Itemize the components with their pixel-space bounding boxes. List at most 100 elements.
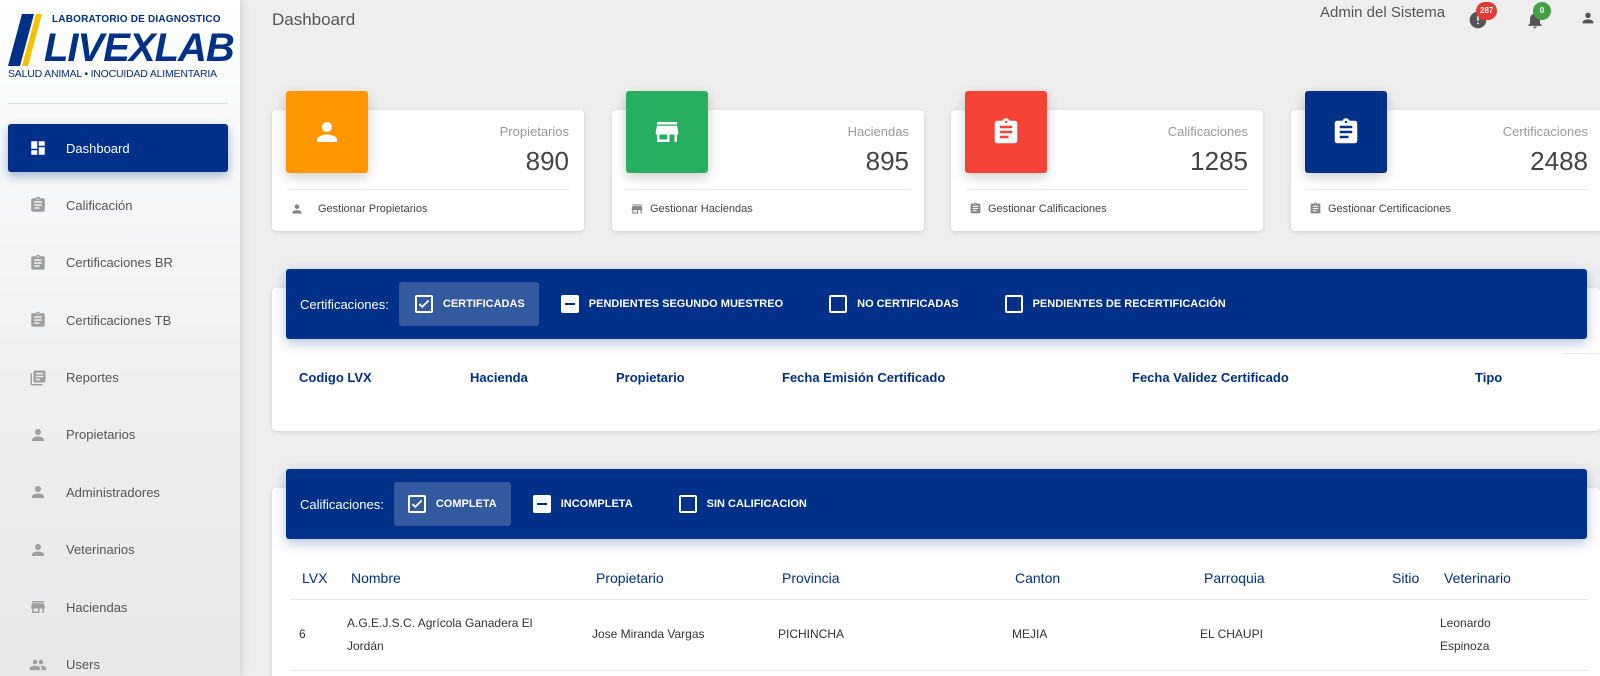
user-name-link[interactable]: Admin del Sistema — [1320, 4, 1445, 21]
sidebar-item-label: Dashboard — [66, 140, 130, 156]
card-footer-label: Gestionar Propietarios — [318, 203, 428, 215]
alerts-button[interactable]: 287 — [1468, 2, 1498, 32]
sidebar-item-certificaciones-tb[interactable]: Certificaciones TB — [8, 296, 228, 344]
person-icon — [290, 202, 304, 216]
filter-label-text: CERTIFICADAS — [442, 298, 525, 310]
filter-pendientes-segundo-muestreo[interactable]: PENDIENTES SEGUNDO MUESTREO — [560, 282, 797, 326]
card-divider — [966, 189, 1248, 190]
sidebar-item-label: Certificaciones TB — [66, 312, 172, 328]
column-header[interactable]: Provincia — [782, 570, 840, 586]
column-header[interactable]: Tipo — [1475, 370, 1502, 385]
card-footer-label: Gestionar Calificaciones — [988, 202, 1107, 215]
filter-label: Certificaciones: — [300, 296, 389, 312]
profile-button[interactable] — [1580, 10, 1600, 32]
filter-incompleta[interactable]: INCOMPLETA — [532, 482, 647, 526]
filter-sin-calificacion[interactable]: SIN CALIFICACION — [669, 482, 821, 526]
card-divider — [1306, 189, 1588, 190]
sidebar-item-certificaciones-br[interactable]: Certificaciones BR — [8, 239, 228, 287]
column-header[interactable]: Sitio — [1392, 570, 1419, 586]
column-header[interactable]: LVX — [302, 570, 327, 586]
sidebar-item-reportes[interactable]: Reportes — [8, 354, 228, 402]
clipboard-icon — [28, 253, 48, 273]
checkbox-indeterminate-icon — [560, 295, 579, 313]
sidebar-item-dashboard[interactable]: Dashboard — [8, 124, 228, 172]
logo-top-text: LABORATORIO DE DIAGNOSTICO — [52, 14, 221, 25]
stat-label: Calificaciones — [1167, 124, 1248, 139]
sidebar-divider — [8, 103, 228, 104]
person-icon — [1582, 12, 1594, 24]
sidebar-nav: Dashboard Calificación Certificaciones B… — [8, 124, 228, 676]
notifications-button[interactable]: 0 — [1525, 2, 1551, 32]
sidebar-item-administradores[interactable]: Administradores — [8, 468, 228, 516]
clipboard-icon — [965, 91, 1047, 173]
table-header-divider — [290, 599, 1588, 600]
column-header[interactable]: Hacienda — [470, 370, 528, 385]
filter-label-text: SIN CALIFICACION — [706, 498, 807, 510]
stat-value: 890 — [525, 146, 569, 176]
table-row-divider — [290, 670, 1588, 671]
logo-brand-name: LIVEXLAB — [44, 26, 235, 70]
card-footer-label: Gestionar Certificaciones — [1328, 202, 1451, 215]
column-header[interactable]: Codigo LVX — [299, 370, 372, 385]
store-icon — [28, 597, 48, 617]
filter-no-certificadas[interactable]: NO CERTIFICADAS — [819, 282, 972, 326]
cell-canton: MEJIA — [1012, 627, 1048, 641]
certificaciones-panel: Certificaciones: CERTIFICADAS PENDIENTES… — [272, 269, 1600, 431]
stat-card-calificaciones: Calificaciones 1285 Gestionar Calificaci… — [951, 91, 1263, 231]
stat-card-haciendas: Haciendas 895 Gestionar Haciendas — [612, 91, 924, 231]
column-header[interactable]: Fecha Validez Certificado — [1132, 370, 1289, 385]
stat-card-certificaciones: Certificaciones 2488 Gestionar Certifica… — [1291, 91, 1600, 231]
filter-label-text: PENDIENTES SEGUNDO MUESTREO — [588, 298, 784, 310]
sidebar-item-calificacion[interactable]: Calificación — [8, 181, 228, 229]
column-header[interactable]: Parroquia — [1204, 570, 1265, 586]
certificaciones-filter-bar: Certificaciones: CERTIFICADAS PENDIENTES… — [286, 269, 1587, 339]
checkbox-unchecked-icon — [1004, 295, 1023, 313]
cell-veterinario: Leonardo Espinoza — [1440, 616, 1491, 653]
cell-provincia: PICHINCHA — [778, 627, 845, 641]
column-header[interactable]: Fecha Emisión Certificado — [782, 370, 945, 385]
column-header[interactable]: Veterinario — [1444, 570, 1511, 586]
filter-label-text: INCOMPLETA — [560, 498, 633, 510]
sidebar-item-label: Haciendas — [66, 599, 128, 615]
column-header[interactable]: Nombre — [351, 570, 401, 586]
column-header[interactable]: Propietario — [616, 370, 685, 385]
cell-propietario: Jose Miranda Vargas — [592, 627, 705, 641]
sidebar-item-haciendas[interactable]: Haciendas — [8, 583, 228, 631]
people-icon — [28, 655, 48, 675]
stat-value: 895 — [865, 146, 909, 176]
panel-divider — [1562, 353, 1600, 354]
manage-propietarios-link[interactable]: Gestionar Propietarios — [290, 202, 427, 216]
checkbox-unchecked-icon — [829, 295, 848, 313]
sidebar-item-label: Calificación — [66, 197, 133, 213]
sidebar-item-veterinarios[interactable]: Veterinarios — [8, 526, 228, 574]
filter-label-text: COMPLETA — [435, 498, 497, 510]
column-header[interactable]: Propietario — [596, 570, 664, 586]
stat-value: 1285 — [1190, 146, 1248, 176]
filter-completa[interactable]: COMPLETA — [393, 482, 511, 526]
clipboard-icon — [969, 202, 982, 215]
sidebar-item-users[interactable]: Users — [8, 641, 228, 676]
livexlab-logo[interactable]: LABORATORIO DE DIAGNOSTICO LIVEXLAB SALU… — [8, 8, 235, 92]
store-icon — [630, 202, 644, 216]
person-icon — [286, 91, 368, 173]
column-header[interactable]: Canton — [1015, 570, 1060, 586]
card-divider — [287, 189, 569, 190]
stat-card-propietarios: Propietarios 890 Gestionar Propietarios — [272, 91, 584, 231]
sidebar-item-label: Users — [66, 657, 100, 673]
manage-certificaciones-link[interactable]: Gestionar Certificaciones — [1309, 202, 1451, 215]
sidebar-item-propietarios[interactable]: Propietarios — [8, 411, 228, 459]
page-title: Dashboard — [272, 10, 356, 29]
calificaciones-panel: Calificaciones: COMPLETA INCOMPLETA SIN … — [272, 469, 1600, 676]
manage-haciendas-link[interactable]: Gestionar Haciendas — [630, 202, 753, 216]
stat-label: Haciendas — [847, 124, 909, 139]
sidebar-item-label: Reportes — [66, 370, 119, 386]
cell-parroquia: EL CHAUPI — [1200, 627, 1263, 641]
card-footer-label: Gestionar Haciendas — [650, 203, 753, 215]
filter-certificadas[interactable]: CERTIFICADAS — [398, 282, 539, 326]
clipboard-icon — [28, 195, 48, 215]
manage-calificaciones-link[interactable]: Gestionar Calificaciones — [969, 202, 1107, 215]
card-divider — [627, 189, 909, 190]
filter-pendientes-recertificacion[interactable]: PENDIENTES DE RECERTIFICACIÓN — [995, 282, 1240, 326]
cell-nombre: A.G.E.J.S.C. Agrícola Ganadera El Jordán — [347, 616, 533, 653]
alerts-badge: 287 — [1476, 2, 1498, 20]
